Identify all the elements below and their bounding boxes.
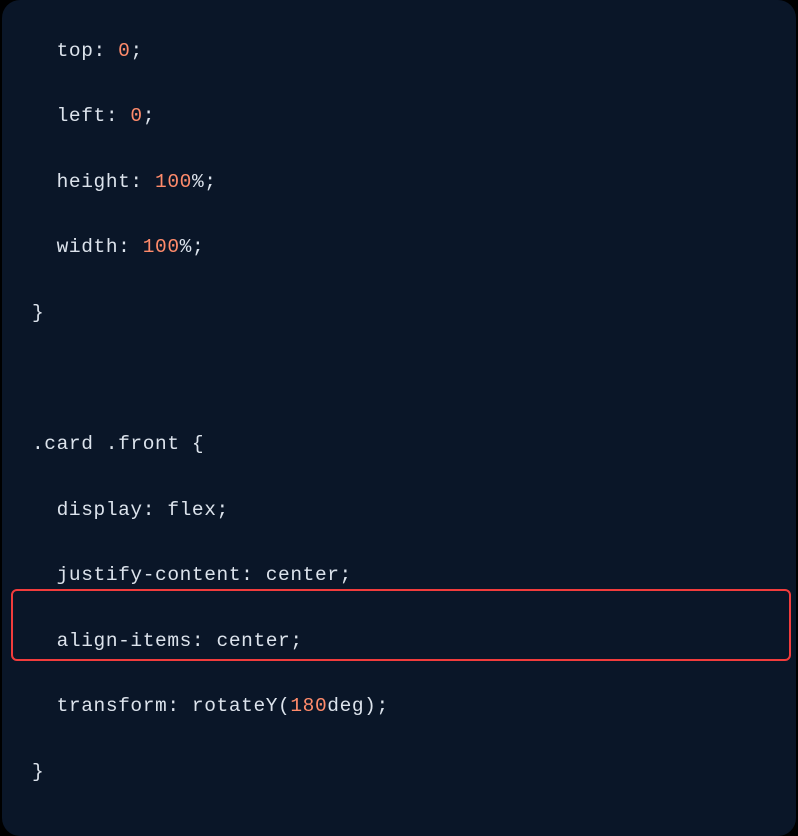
code-line: } [2, 756, 796, 789]
code-line: left: 0; [2, 100, 796, 133]
css-number: 100 [143, 236, 180, 258]
css-brace: } [32, 761, 44, 783]
css-property: display: flex; [57, 499, 229, 521]
css-property: transform: rotateY( [57, 695, 291, 717]
code-line: align-items: center; [2, 625, 796, 658]
css-selector: .card .front { [32, 433, 204, 455]
css-property: left: [57, 105, 131, 127]
code-line: justify-content: center; [2, 559, 796, 592]
code-line: transform: rotateY(180deg); [2, 690, 796, 723]
css-brace: } [32, 302, 44, 324]
code-line-blank [2, 821, 796, 836]
css-punct: ; [130, 40, 142, 62]
code-line: display: flex; [2, 494, 796, 527]
css-property: justify-content: center; [57, 564, 352, 586]
code-editor: top: 0; left: 0; height: 100%; width: 10… [2, 0, 796, 836]
css-number: 100 [155, 171, 192, 193]
css-value: deg); [327, 695, 389, 717]
code-line-blank [2, 362, 796, 395]
css-property: align-items: center; [57, 630, 303, 652]
code-block: top: 0; left: 0; height: 100%; width: 10… [2, 2, 796, 836]
css-punct: ; [143, 105, 155, 127]
css-number: 0 [130, 105, 142, 127]
css-property: width: [57, 236, 143, 258]
css-number: 180 [290, 695, 327, 717]
code-line: height: 100%; [2, 166, 796, 199]
css-property: top: [57, 40, 119, 62]
css-punct: %; [180, 236, 205, 258]
code-line: } [2, 297, 796, 330]
code-line: width: 100%; [2, 231, 796, 264]
css-number: 0 [118, 40, 130, 62]
css-punct: %; [192, 171, 217, 193]
code-line: top: 0; [2, 35, 796, 68]
code-line: .card .front { [2, 428, 796, 461]
css-property: height: [57, 171, 155, 193]
